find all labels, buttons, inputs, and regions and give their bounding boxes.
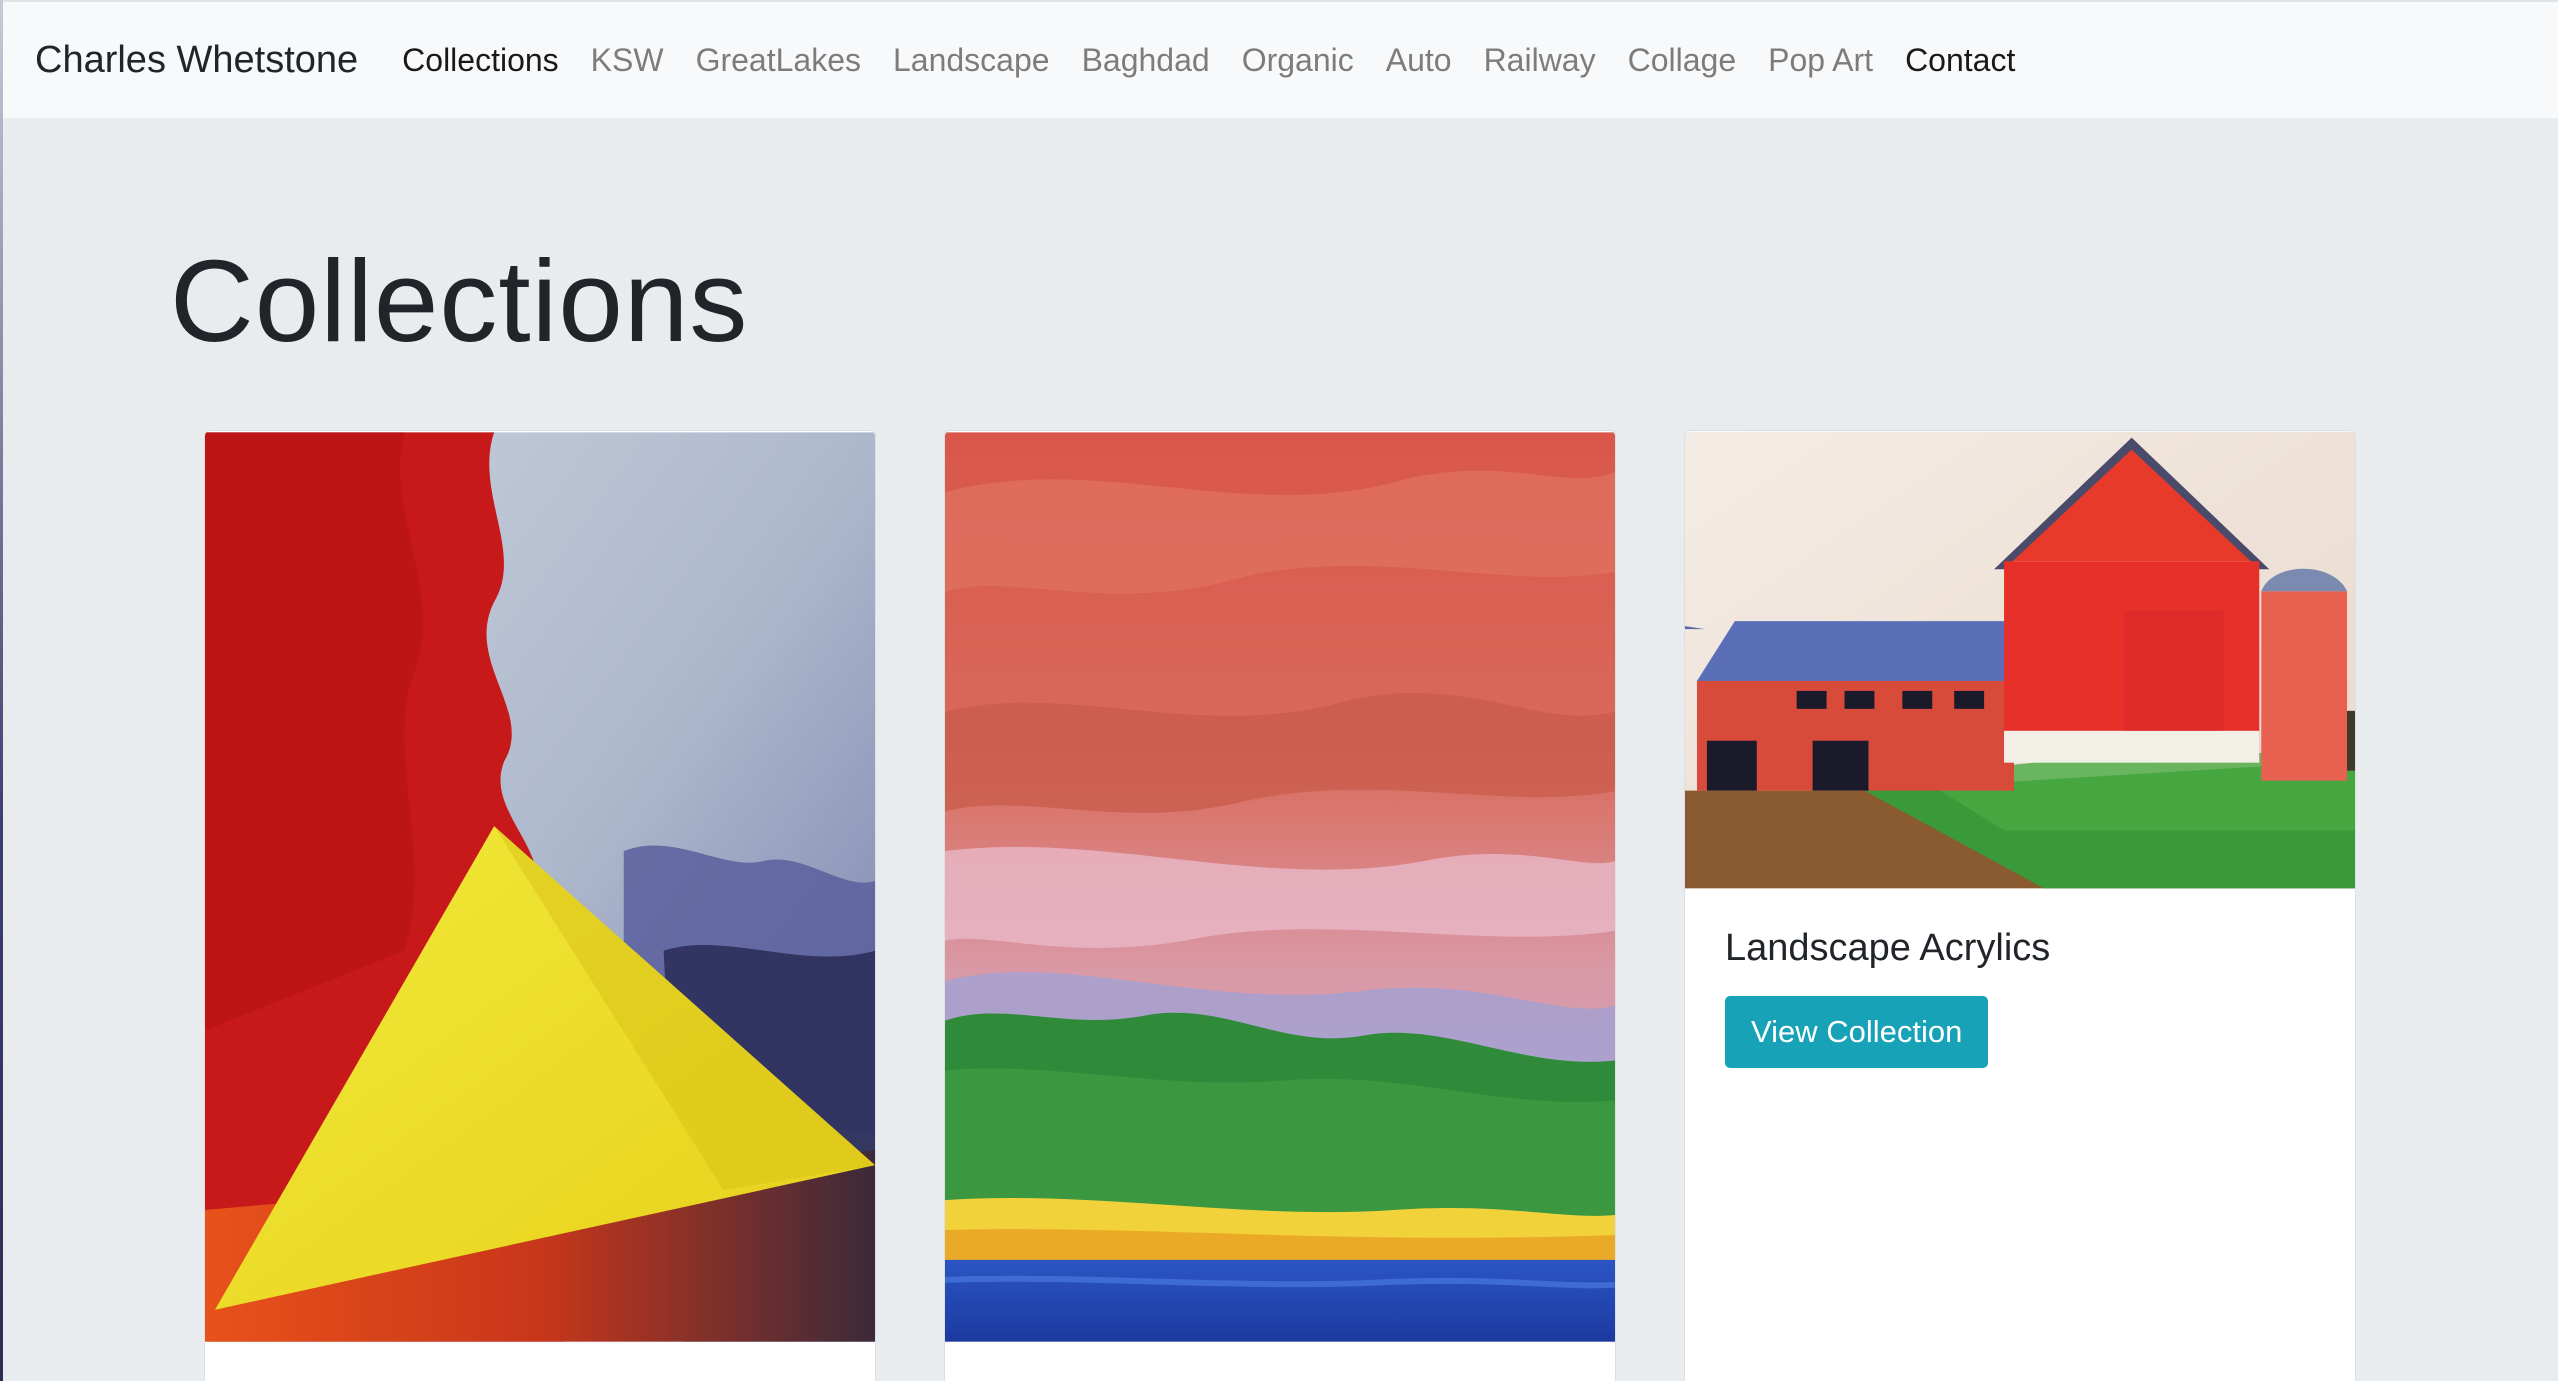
nav-menu: Collections KSW GreatLakes Landscape Bag… [386, 42, 2031, 79]
page: Charles Whetstone Collections KSW GreatL… [0, 0, 2558, 1381]
window-edge [0, 0, 3, 1381]
brand-link[interactable]: Charles Whetstone [35, 39, 358, 82]
painting-sunset-landscape-image[interactable] [945, 431, 1615, 1343]
nav-item-collage[interactable]: Collage [1612, 42, 1753, 79]
nav-item-pop-art[interactable]: Pop Art [1752, 42, 1889, 79]
nav-item-baghdad[interactable]: Baghdad [1066, 42, 1226, 79]
nav-item-contact[interactable]: Contact [1889, 42, 2031, 79]
nav-item-ksw[interactable]: KSW [575, 42, 680, 79]
collection-card [944, 430, 1616, 1381]
view-collection-button[interactable]: View Collection [1725, 996, 1989, 1068]
card-title-landscape-acrylics: Landscape Acrylics [1725, 927, 2051, 969]
collection-card [204, 430, 876, 1381]
painting-red-barn-image[interactable] [1685, 431, 2355, 889]
card-body [945, 1343, 1615, 1381]
nav-item-greatlakes[interactable]: GreatLakes [680, 42, 877, 79]
card-body: Landscape Acrylics View Collection [1685, 889, 2355, 1108]
nav-item-collections[interactable]: Collections [386, 42, 575, 79]
card-body [205, 1343, 875, 1381]
nav-item-landscape[interactable]: Landscape [877, 42, 1066, 79]
navbar: Charles Whetstone Collections KSW GreatL… [3, 0, 2558, 118]
collection-card: Landscape Acrylics View Collection [1684, 430, 2356, 1381]
painting-abstract-triangle-image[interactable] [205, 431, 875, 1343]
nav-item-organic[interactable]: Organic [1226, 42, 1370, 79]
nav-item-auto[interactable]: Auto [1370, 42, 1468, 79]
page-title: Collections [170, 236, 749, 366]
nav-item-railway[interactable]: Railway [1468, 42, 1612, 79]
